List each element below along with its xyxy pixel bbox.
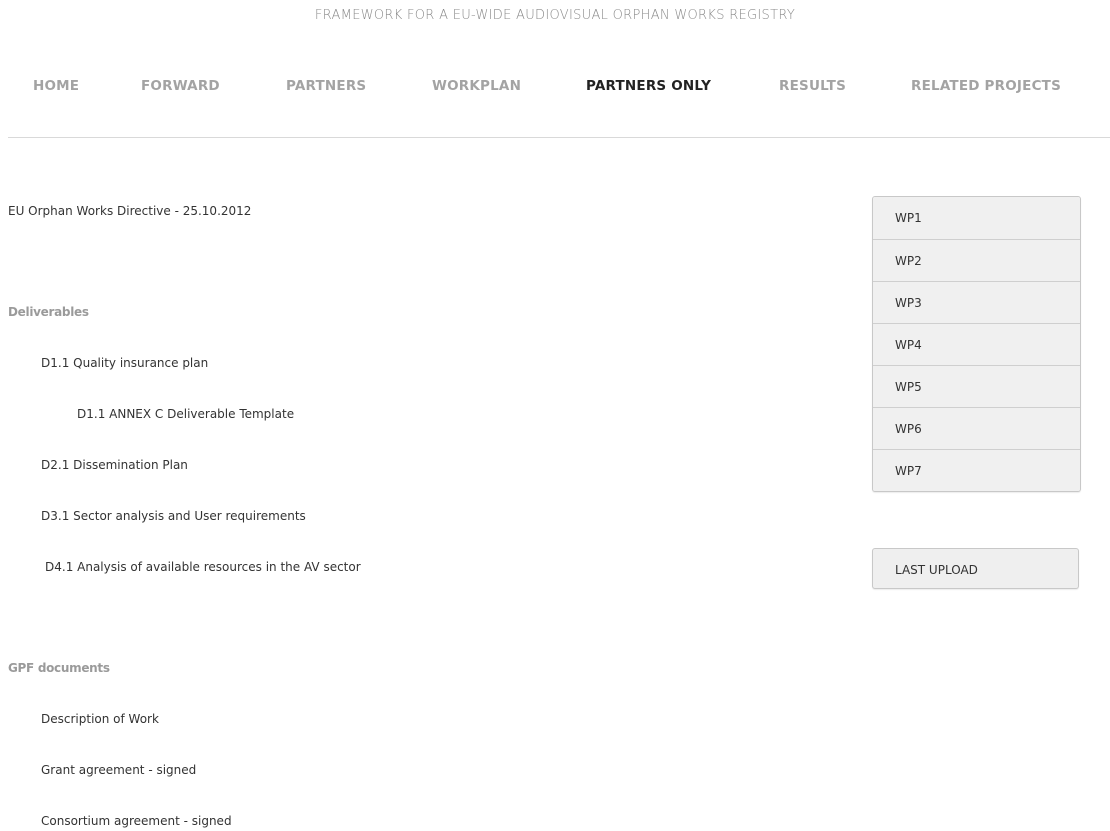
wp-menu-item-wp7[interactable]: WP7 bbox=[873, 449, 1080, 491]
deliverable-link[interactable]: D3.1 Sector analysis and User requiremen… bbox=[41, 509, 306, 523]
wp-menu-item-wp5[interactable]: WP5 bbox=[873, 365, 1080, 407]
deliverable-link[interactable]: D1.1 ANNEX C Deliverable Template bbox=[77, 407, 294, 421]
gpf-document-link[interactable]: Description of Work bbox=[41, 712, 159, 726]
work-package-menu: WP1 WP2 WP3 WP4 WP5 WP6 WP7 bbox=[872, 196, 1081, 492]
wp-menu-item-wp4[interactable]: WP4 bbox=[873, 323, 1080, 365]
wp-menu-item-wp1[interactable]: WP1 bbox=[873, 197, 1080, 239]
nav-item-home[interactable]: HOME bbox=[33, 78, 79, 94]
nav-item-forward[interactable]: FORWARD bbox=[141, 78, 220, 94]
gpf-document-link[interactable]: Grant agreement - signed bbox=[41, 763, 196, 777]
deliverable-link[interactable]: D2.1 Dissemination Plan bbox=[41, 458, 188, 472]
wp-menu-item-wp2[interactable]: WP2 bbox=[873, 239, 1080, 281]
deliverables-heading: Deliverables bbox=[8, 305, 89, 319]
nav-divider bbox=[8, 137, 1110, 138]
gpf-documents-heading: GPF documents bbox=[8, 661, 110, 675]
nav-item-partners-only[interactable]: PARTNERS ONLY bbox=[586, 78, 711, 94]
nav-item-related-projects[interactable]: RELATED PROJECTS bbox=[911, 78, 1061, 94]
gpf-document-link[interactable]: Consortium agreement - signed bbox=[41, 814, 232, 828]
nav-item-workplan[interactable]: WORKPLAN bbox=[432, 78, 521, 94]
last-upload-button[interactable]: LAST UPLOAD bbox=[872, 548, 1079, 589]
wp-menu-item-wp3[interactable]: WP3 bbox=[873, 281, 1080, 323]
deliverable-link[interactable]: D4.1 Analysis of available resources in … bbox=[45, 560, 361, 574]
wp-menu-item-wp6[interactable]: WP6 bbox=[873, 407, 1080, 449]
directive-link[interactable]: EU Orphan Works Directive - 25.10.2012 bbox=[8, 204, 251, 218]
nav-item-results[interactable]: RESULTS bbox=[779, 78, 846, 94]
deliverable-link[interactable]: D1.1 Quality insurance plan bbox=[41, 356, 208, 370]
nav-item-partners[interactable]: PARTNERS bbox=[286, 78, 366, 94]
main-nav: HOME FORWARD PARTNERS WORKPLAN PARTNERS … bbox=[0, 78, 1110, 100]
site-title: FRAMEWORK FOR A EU-WIDE AUDIOVISUAL ORPH… bbox=[314, 8, 796, 23]
